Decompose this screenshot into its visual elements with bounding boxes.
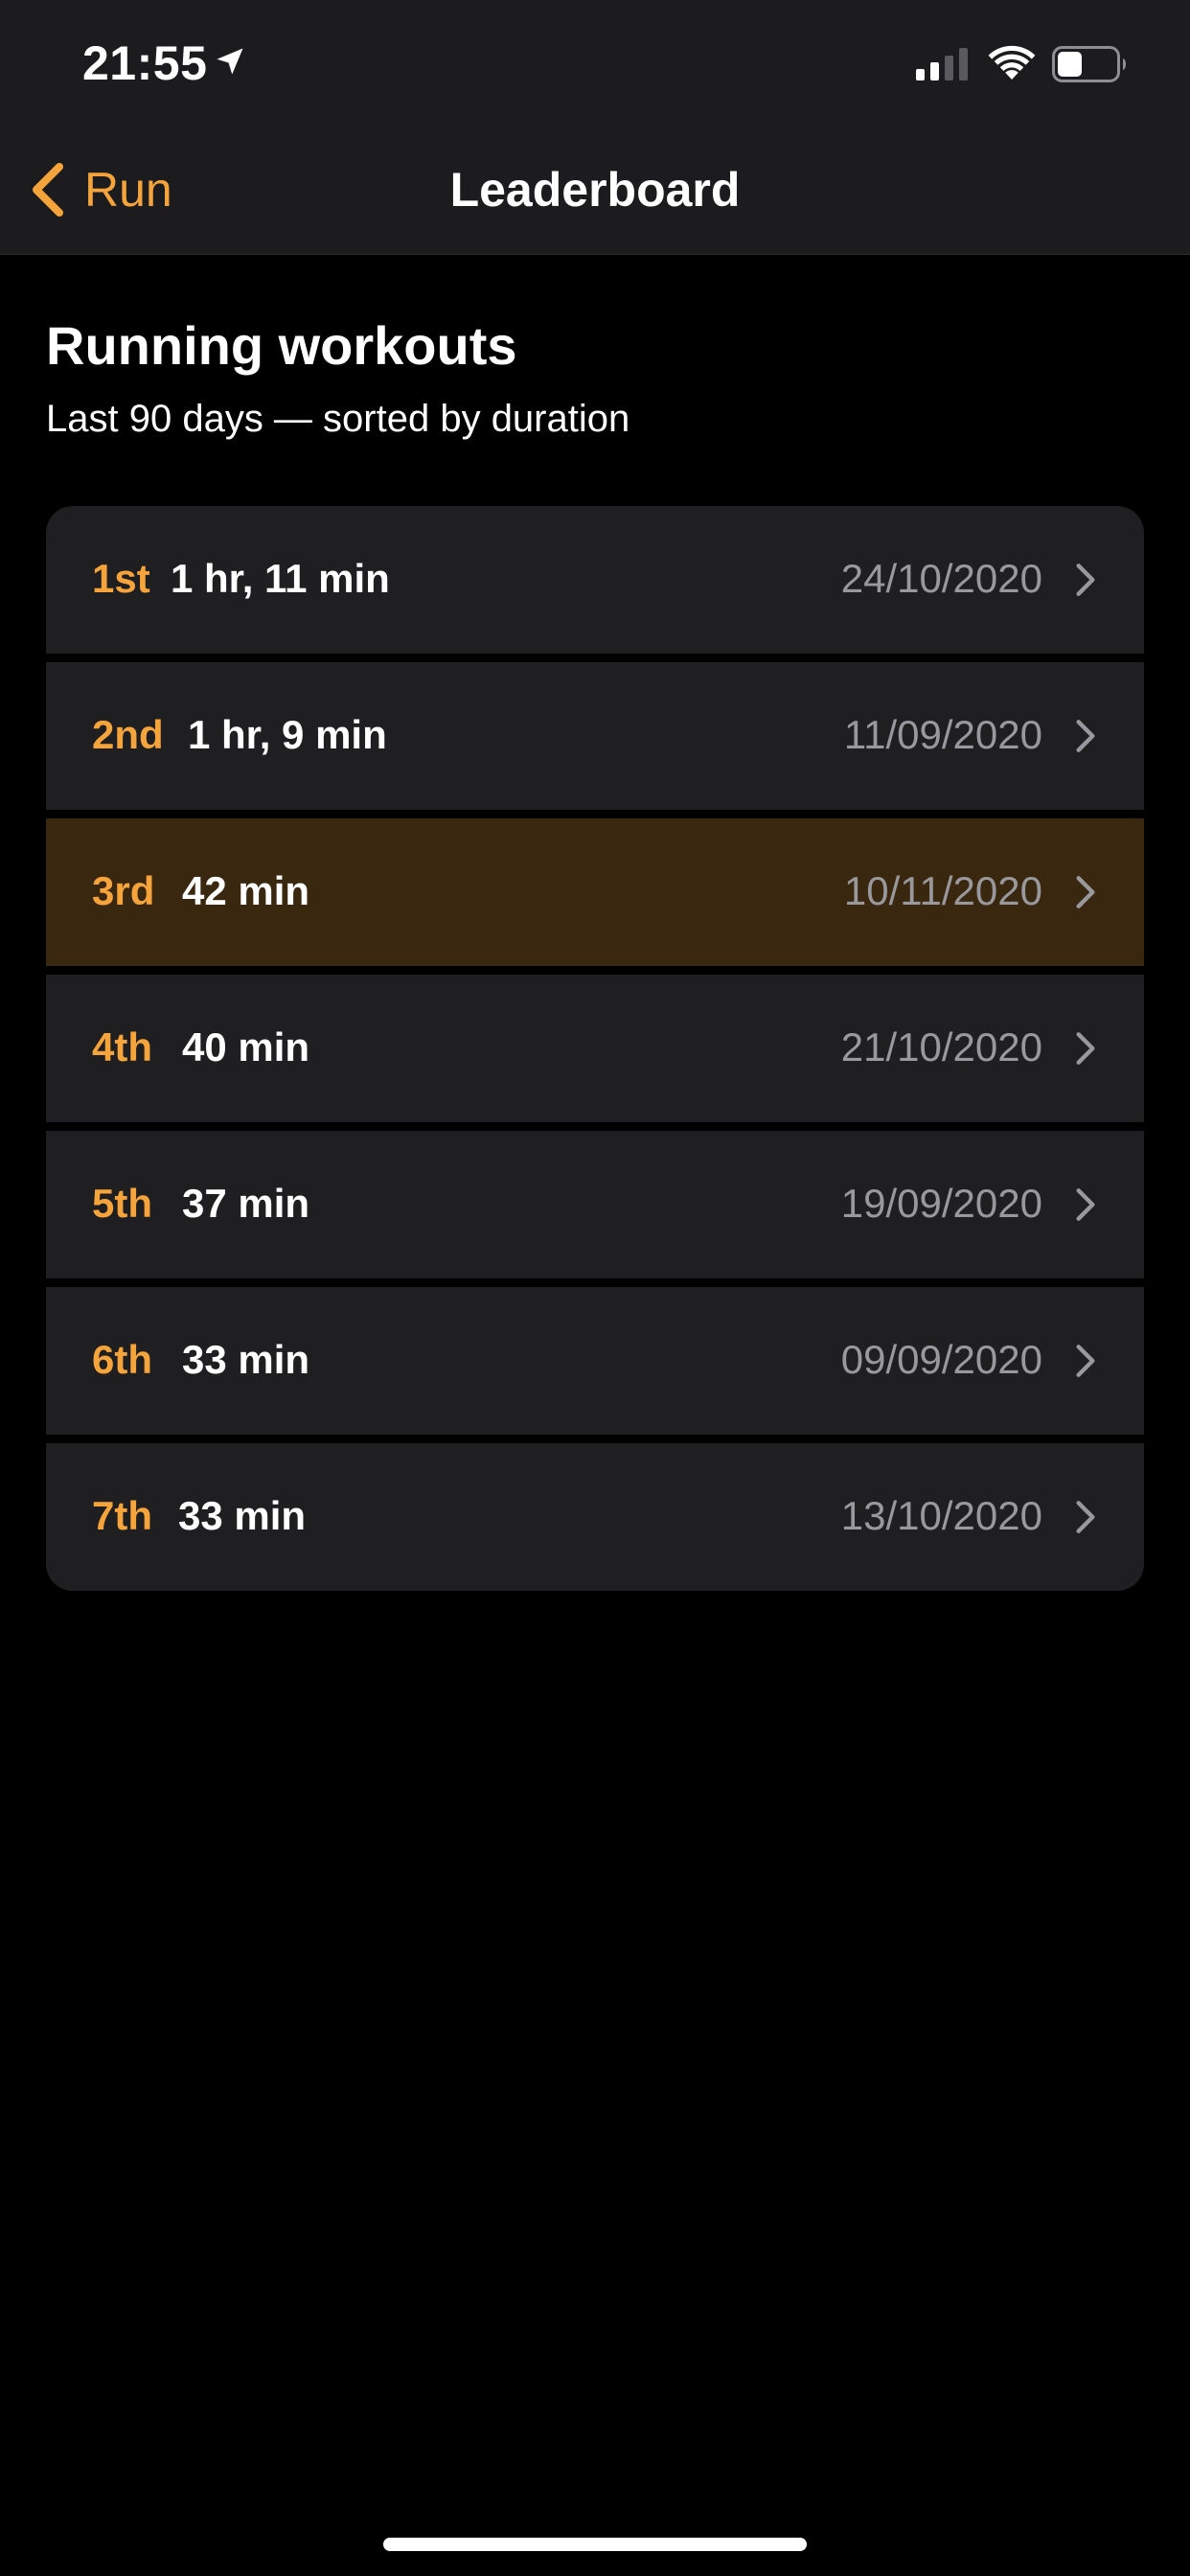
duration-label: 42 min — [182, 868, 310, 913]
page-title: Leaderboard — [449, 163, 741, 217]
rank-label: 4th — [92, 1024, 152, 1070]
duration-label: 40 min — [182, 1024, 310, 1070]
date-label: 11/09/2020 — [843, 712, 1042, 757]
cellular-signal-icon — [916, 48, 968, 80]
status-bar: 21:55 — [0, 0, 1190, 126]
date-label: 19/09/2020 — [840, 1181, 1042, 1226]
rank-label: 6th — [92, 1337, 152, 1382]
duration-label: 1 hr, 11 min — [171, 556, 390, 601]
date-label: 09/09/2020 — [840, 1337, 1042, 1382]
rank-label: 5th — [92, 1181, 152, 1226]
leaderboard-row-highlighted[interactable]: 3rd 42 min 10/11/2020 — [46, 818, 1144, 966]
chevron-right-icon — [1076, 1345, 1095, 1377]
date-label: 13/10/2020 — [840, 1493, 1042, 1538]
rank-label: 1st — [92, 556, 150, 601]
leaderboard-list: 1st 1 hr, 11 min 24/10/2020 2nd 1 hr, 9 … — [46, 506, 1144, 1591]
home-indicator[interactable] — [383, 2538, 807, 2551]
section-subtitle: Last 90 days — sorted by duration — [46, 398, 630, 440]
leaderboard-row[interactable]: 5th 37 min 19/09/2020 — [46, 1131, 1144, 1278]
status-time: 21:55 — [82, 36, 208, 90]
location-arrow-icon — [217, 48, 243, 75]
section-title: Running workouts — [46, 315, 517, 376]
chevron-right-icon — [1076, 1032, 1095, 1065]
duration-label: 37 min — [182, 1181, 310, 1226]
leaderboard-row[interactable]: 6th 33 min 09/09/2020 — [46, 1287, 1144, 1435]
duration-label: 33 min — [178, 1493, 307, 1538]
wifi-icon — [988, 45, 1036, 80]
rank-label: 2nd — [92, 712, 164, 757]
battery-icon — [1052, 46, 1126, 82]
rank-label: 3rd — [92, 868, 155, 913]
leaderboard-row[interactable]: 1st 1 hr, 11 min 24/10/2020 — [46, 506, 1144, 654]
leaderboard-row[interactable]: 2nd 1 hr, 9 min 11/09/2020 — [46, 662, 1144, 810]
date-label: 10/11/2020 — [843, 868, 1042, 913]
chevron-right-icon — [1076, 720, 1095, 752]
duration-label: 1 hr, 9 min — [188, 712, 387, 757]
duration-label: 33 min — [182, 1337, 310, 1382]
chevron-right-icon — [1076, 1501, 1095, 1533]
navigation-bar: Run Leaderboard — [0, 126, 1190, 255]
rank-label: 7th — [92, 1493, 152, 1538]
leaderboard-row[interactable]: 7th 33 min 13/10/2020 — [46, 1443, 1144, 1591]
chevron-right-icon — [1076, 1188, 1095, 1221]
chevron-right-icon — [1076, 876, 1095, 908]
chevron-right-icon — [1076, 564, 1095, 596]
date-label: 24/10/2020 — [840, 556, 1042, 601]
leaderboard-row[interactable]: 4th 40 min 21/10/2020 — [46, 975, 1144, 1122]
date-label: 21/10/2020 — [840, 1024, 1042, 1070]
